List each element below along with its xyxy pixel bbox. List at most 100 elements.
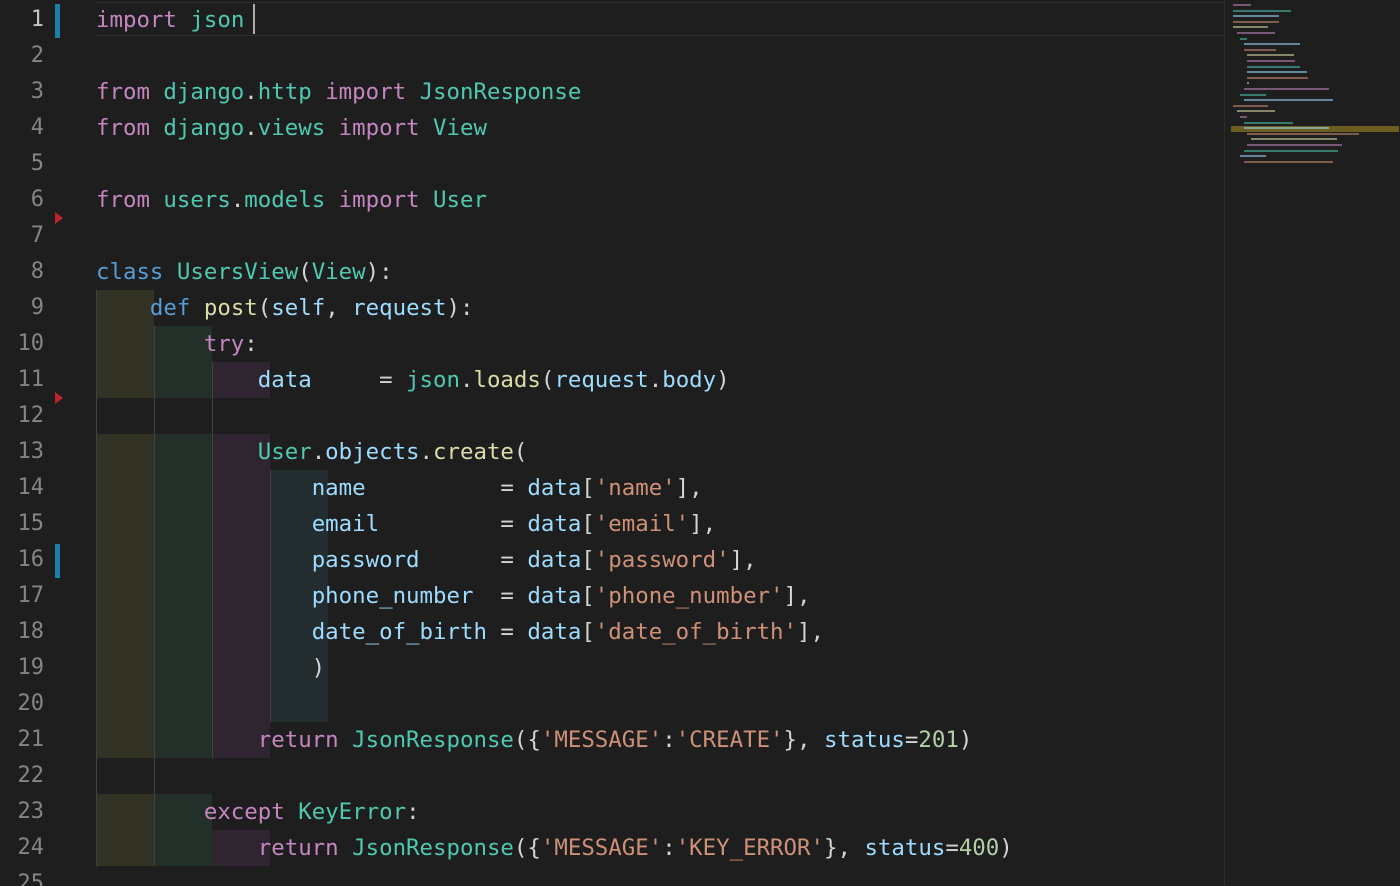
code-token: 'MESSAGE' — [540, 835, 663, 861]
line-number[interactable]: 3 — [0, 74, 44, 110]
minimap-line — [1243, 48, 1276, 51]
code-token: 'MESSAGE' — [540, 727, 663, 753]
code-text[interactable]: data = json.loads(request.body) — [96, 362, 730, 398]
code-editor[interactable]: 1 import json 2 3 from django.http import Js… — [0, 0, 1224, 886]
code-text[interactable]: date_of_birth = data['date_of_birth'], — [96, 614, 824, 650]
minimap-line — [1247, 82, 1249, 85]
code-line[interactable]: 21 return JsonResponse({'MESSAGE':'CREAT… — [0, 722, 1224, 758]
code-token: 'CREATE' — [675, 727, 784, 753]
code-line[interactable]: 22 — [0, 758, 1224, 794]
line-number[interactable]: 6 — [0, 182, 44, 218]
code-line[interactable]: 19 ) — [0, 650, 1224, 686]
code-line[interactable]: 6 from users.models import User — [0, 182, 1224, 218]
line-number[interactable]: 22 — [0, 758, 45, 794]
code-line[interactable]: 1 import json — [0, 2, 1224, 38]
code-text[interactable]: User.objects.create( — [96, 434, 528, 470]
code-token: 201 — [918, 727, 959, 753]
line-number[interactable]: 2 — [0, 38, 44, 74]
code-text[interactable]: password = data['password'], — [96, 542, 757, 578]
code-token: data — [257, 367, 312, 393]
line-number[interactable]: 13 — [0, 434, 45, 470]
code-text[interactable]: def post(self, request): — [96, 290, 474, 326]
line-number[interactable]: 10 — [0, 326, 45, 362]
code-line[interactable]: 9 def post(self, request): — [0, 290, 1224, 326]
code-text[interactable]: return JsonResponse({'MESSAGE':'KEY_ERRO… — [96, 830, 1013, 866]
minimap-line — [1243, 121, 1294, 124]
code-line[interactable]: 11 data = json.loads(request.body) — [0, 362, 1224, 398]
code-line[interactable]: 12 — [0, 392, 1224, 434]
line-number[interactable]: 25 — [0, 866, 45, 886]
line-number[interactable]: 23 — [0, 794, 45, 830]
line-number[interactable]: 14 — [0, 470, 45, 506]
line-number[interactable]: 17 — [0, 578, 45, 614]
code-text[interactable]: from django.http import JsonResponse — [96, 74, 581, 110]
minimap-line — [1247, 71, 1307, 74]
line-number[interactable]: 21 — [0, 722, 45, 758]
code-line[interactable]: 16 password = data['password'], — [0, 542, 1224, 578]
line-number[interactable]: 7 — [0, 218, 44, 254]
code-line[interactable]: 5 — [0, 146, 1224, 182]
line-number[interactable]: 19 — [0, 650, 45, 686]
code-line[interactable]: 3 from django.http import JsonResponse — [0, 74, 1224, 110]
line-number[interactable]: 16 — [0, 542, 45, 578]
code-text[interactable]: class UsersView(View): — [96, 254, 393, 290]
code-text[interactable]: return JsonResponse({'MESSAGE':'CREATE'}… — [96, 722, 973, 758]
code-line[interactable]: 20 — [0, 686, 1224, 722]
code-text[interactable]: import json — [96, 2, 244, 38]
code-token: : — [662, 835, 676, 861]
minimap[interactable] — [1224, 0, 1400, 886]
code-text[interactable]: from django.views import View — [96, 110, 487, 146]
code-line[interactable]: 13 User.objects.create( — [0, 434, 1224, 470]
code-line[interactable]: 24 return JsonResponse({'MESSAGE':'KEY_E… — [0, 830, 1224, 866]
code-text[interactable]: ) — [96, 650, 326, 686]
line-number[interactable]: 9 — [0, 290, 44, 326]
code-line[interactable]: 15 email = data['email'], — [0, 506, 1224, 542]
code-text[interactable]: phone_number = data['phone_number'], — [96, 578, 811, 614]
line-number[interactable]: 4 — [0, 110, 44, 146]
code-line[interactable]: 18 date_of_birth = data['date_of_birth']… — [0, 614, 1224, 650]
git-deleted-marker[interactable] — [55, 392, 63, 404]
code-token: create — [433, 439, 514, 465]
code-token: ({ — [513, 727, 541, 753]
code-line[interactable]: 25 — [0, 866, 1224, 886]
git-deleted-marker[interactable] — [55, 212, 63, 224]
git-modified-marker[interactable] — [55, 4, 60, 38]
code-text[interactable]: from users.models import User — [96, 182, 487, 218]
code-line[interactable]: 4 from django.views import View — [0, 110, 1224, 146]
git-modified-marker[interactable] — [55, 544, 60, 578]
code-line[interactable]: 14 name = data['name'], — [0, 470, 1224, 506]
code-line[interactable]: 2 — [0, 38, 1224, 74]
code-token: [ — [581, 583, 595, 609]
line-number[interactable]: 1 — [0, 2, 44, 38]
line-number[interactable]: 8 — [0, 254, 44, 290]
line-number[interactable]: 11 — [0, 362, 45, 398]
code-text[interactable]: except KeyError: — [96, 794, 420, 830]
line-number[interactable]: 24 — [0, 830, 45, 866]
indent-guide — [270, 470, 271, 722]
code-line[interactable]: 8 class UsersView(View): — [0, 254, 1224, 290]
code-text[interactable]: try: — [96, 326, 258, 362]
code-token: request — [554, 367, 649, 393]
code-line[interactable]: 23 except KeyError: — [0, 794, 1224, 830]
line-number[interactable]: 12 — [0, 398, 45, 434]
code-line[interactable]: 17 phone_number = data['phone_number'], — [0, 578, 1224, 614]
line-number[interactable]: 5 — [0, 146, 44, 182]
code-token: try — [203, 331, 245, 357]
minimap-line — [1233, 104, 1269, 107]
code-token: 'phone_number' — [594, 583, 784, 609]
line-number[interactable]: 18 — [0, 614, 45, 650]
code-token: ], — [729, 547, 757, 573]
code-token: models — [244, 187, 326, 213]
line-number[interactable]: 20 — [0, 686, 45, 722]
line-number[interactable]: 15 — [0, 506, 45, 542]
code-text[interactable]: name = data['name'], — [96, 470, 703, 506]
code-line[interactable]: 10 try: — [0, 326, 1224, 362]
code-text[interactable]: email = data['email'], — [96, 506, 716, 542]
code-line[interactable]: 7 — [0, 212, 1224, 254]
